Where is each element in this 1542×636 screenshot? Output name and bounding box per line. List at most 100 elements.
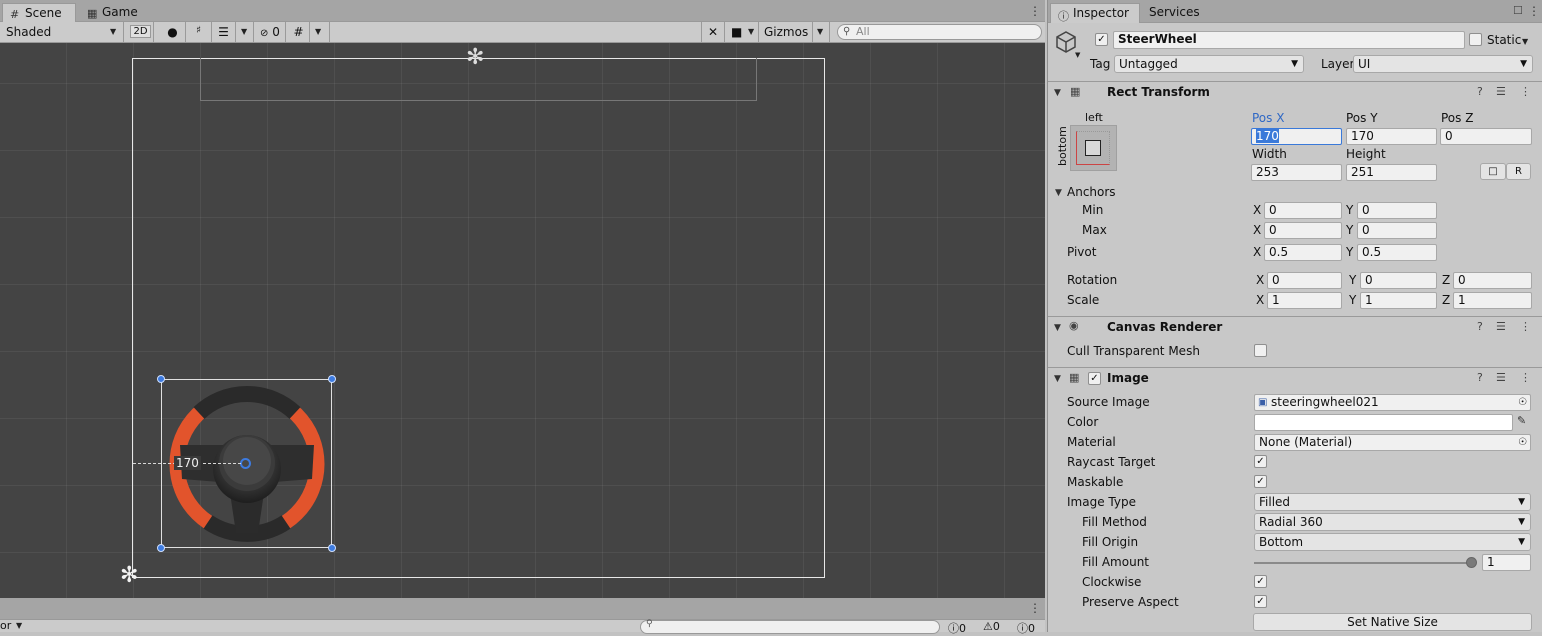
fill-amount-slider-thumb[interactable] — [1466, 557, 1477, 568]
resize-handle-top-left[interactable] — [157, 375, 165, 383]
rotation-z-field[interactable]: 0 — [1453, 272, 1532, 289]
fill-method-dropdown[interactable]: Radial 360 ▼ — [1254, 513, 1531, 531]
preserve-aspect-checkbox[interactable]: ✓ — [1254, 595, 1267, 608]
static-checkbox[interactable] — [1469, 33, 1482, 46]
tab-inspector[interactable]: ⓘ Inspector — [1050, 3, 1140, 23]
presets-icon[interactable]: ☰ — [1496, 85, 1506, 98]
scene-search-input[interactable]: ⚲ All — [837, 24, 1042, 40]
chevron-down-icon[interactable]: ▼ — [1522, 37, 1528, 46]
search-icon: ⚲ — [646, 619, 653, 629]
foldout-arrow-icon[interactable]: ▼ — [1054, 323, 1061, 333]
scene-menu-icon[interactable]: ⋮ — [1029, 5, 1041, 17]
fill-origin-label: Fill Origin — [1082, 535, 1139, 549]
fill-amount-slider-track[interactable] — [1254, 562, 1472, 564]
error-count[interactable]: ⓘ0 — [1017, 620, 1035, 636]
anchor-min-y-field[interactable]: 0 — [1357, 202, 1437, 219]
pivot-x-field[interactable]: 0.5 — [1264, 244, 1342, 261]
presets-icon[interactable]: ☰ — [1496, 371, 1506, 384]
pos-y-field[interactable]: 170 — [1346, 128, 1437, 145]
raycast-checkbox[interactable]: ✓ — [1254, 455, 1267, 468]
component-menu-icon[interactable]: ⋮ — [1520, 85, 1531, 98]
rotation-y-field[interactable]: 0 — [1360, 272, 1437, 289]
help-icon[interactable]: ? — [1477, 371, 1483, 384]
width-field[interactable]: 253 — [1251, 164, 1342, 181]
tools-button[interactable]: ✕ — [701, 22, 725, 42]
foldout-arrow-icon[interactable]: ▼ — [1054, 374, 1061, 384]
resize-handle-bottom-right[interactable] — [328, 544, 336, 552]
blueprint-mode-button[interactable]: □ — [1480, 163, 1506, 180]
log-count[interactable]: ⓘ0 — [948, 620, 966, 636]
clockwise-checkbox[interactable]: ✓ — [1254, 575, 1267, 588]
warning-count[interactable]: ⚠0 — [983, 620, 1000, 633]
gizmos-button[interactable]: Gizmos — [761, 22, 813, 42]
effects-dropdown[interactable]: ☰ — [212, 22, 236, 42]
scale-z-field[interactable]: 1 — [1453, 292, 1532, 309]
cull-mesh-checkbox[interactable] — [1254, 344, 1267, 357]
console-clear-label[interactable]: or — [0, 619, 11, 632]
tab-game[interactable]: ▦ Game — [80, 3, 144, 22]
audio-toggle[interactable]: ♯ — [186, 22, 212, 42]
canvas-renderer-header[interactable]: ▼ ◉ Canvas Renderer ? ☰ ⋮ — [1048, 316, 1542, 338]
pivot-handle[interactable] — [240, 458, 251, 469]
draw-mode-dropdown[interactable]: Shaded ▼ — [0, 22, 124, 42]
lighting-toggle[interactable]: ● — [160, 22, 186, 42]
presets-icon[interactable]: ☰ — [1496, 320, 1506, 333]
camera-dropdown[interactable]: ■ ▼ — [727, 22, 759, 42]
canvas-origin-gizmo-icon[interactable]: ✻ — [120, 565, 138, 587]
help-icon[interactable]: ? — [1477, 85, 1483, 98]
resize-handle-bottom-left[interactable] — [157, 544, 165, 552]
resize-handle-top-right[interactable] — [328, 375, 336, 383]
bottom-menu-icon[interactable]: ⋮ — [1029, 602, 1041, 614]
gizmos-caret[interactable]: ▼ — [813, 22, 830, 42]
camera-gizmo-icon[interactable]: ✻ — [466, 47, 484, 69]
grid-toggle[interactable]: # — [288, 22, 310, 42]
foldout-arrow-icon[interactable]: ▼ — [1055, 188, 1062, 198]
set-native-size-button[interactable]: Set Native Size — [1253, 613, 1532, 631]
image-enabled-checkbox[interactable]: ✓ — [1088, 372, 1101, 385]
lock-icon[interactable]: ☐ — [1513, 4, 1523, 17]
component-menu-icon[interactable]: ⋮ — [1520, 320, 1531, 333]
eyedropper-icon[interactable]: ✎ — [1517, 414, 1526, 427]
maskable-checkbox[interactable]: ✓ — [1254, 475, 1267, 488]
rect-transform-header[interactable]: ▼ ▦ Rect Transform ? ☰ ⋮ — [1048, 81, 1542, 103]
layer-dropdown[interactable]: UI ▼ — [1353, 55, 1533, 73]
inspector-menu-icon[interactable]: ⋮ — [1528, 5, 1540, 17]
anchor-min-x-field[interactable]: 0 — [1264, 202, 1342, 219]
effects-caret[interactable]: ▼ — [236, 22, 254, 42]
anchor-presets-button[interactable] — [1070, 125, 1117, 171]
chevron-down-icon[interactable]: ▼ — [16, 621, 22, 630]
tab-scene[interactable]: # Scene — [2, 3, 76, 22]
image-header[interactable]: ▼ ▦ ✓ Image ? ☰ ⋮ — [1048, 367, 1542, 389]
object-picker-icon[interactable]: ☉ — [1518, 395, 1527, 410]
tag-dropdown[interactable]: Untagged ▼ — [1114, 55, 1304, 73]
image-type-dropdown[interactable]: Filled ▼ — [1254, 493, 1531, 511]
scene-viewport[interactable]: ✻ ✻ 170 — [0, 43, 1045, 598]
source-image-field[interactable]: ▣ steeringwheel021 ☉ — [1254, 394, 1531, 411]
fill-amount-field[interactable]: 1 — [1482, 554, 1531, 571]
pivot-y-field[interactable]: 0.5 — [1357, 244, 1437, 261]
height-field[interactable]: 251 — [1346, 164, 1437, 181]
tab-services[interactable]: Services — [1142, 3, 1212, 22]
pos-x-field[interactable]: 170 — [1251, 128, 1342, 145]
pos-z-field[interactable]: 0 — [1440, 128, 1532, 145]
mode-2d-button[interactable]: 2D — [128, 22, 154, 42]
color-field[interactable] — [1254, 414, 1513, 431]
scale-y-field[interactable]: 1 — [1360, 292, 1437, 309]
fill-origin-dropdown[interactable]: Bottom ▼ — [1254, 533, 1531, 551]
grid-caret[interactable]: ▼ — [310, 22, 330, 42]
raw-edit-button[interactable]: R — [1506, 163, 1531, 180]
anchor-max-y-field[interactable]: 0 — [1357, 222, 1437, 239]
rotation-x-field[interactable]: 0 — [1267, 272, 1342, 289]
object-name-field[interactable]: SteerWheel — [1113, 31, 1465, 49]
hidden-objects-toggle[interactable]: ⊘ 0 — [256, 22, 286, 42]
component-menu-icon[interactable]: ⋮ — [1520, 371, 1531, 384]
material-field[interactable]: None (Material) ☉ — [1254, 434, 1531, 451]
scale-x-field[interactable]: 1 — [1267, 292, 1342, 309]
anchor-max-x-field[interactable]: 0 — [1264, 222, 1342, 239]
chevron-down-icon[interactable]: ▼ — [1075, 51, 1080, 59]
object-picker-icon[interactable]: ☉ — [1518, 435, 1527, 450]
help-icon[interactable]: ? — [1477, 320, 1483, 333]
rot-x-label: X — [1256, 273, 1265, 287]
foldout-arrow-icon[interactable]: ▼ — [1054, 88, 1061, 98]
active-checkbox[interactable]: ✓ — [1095, 33, 1108, 46]
